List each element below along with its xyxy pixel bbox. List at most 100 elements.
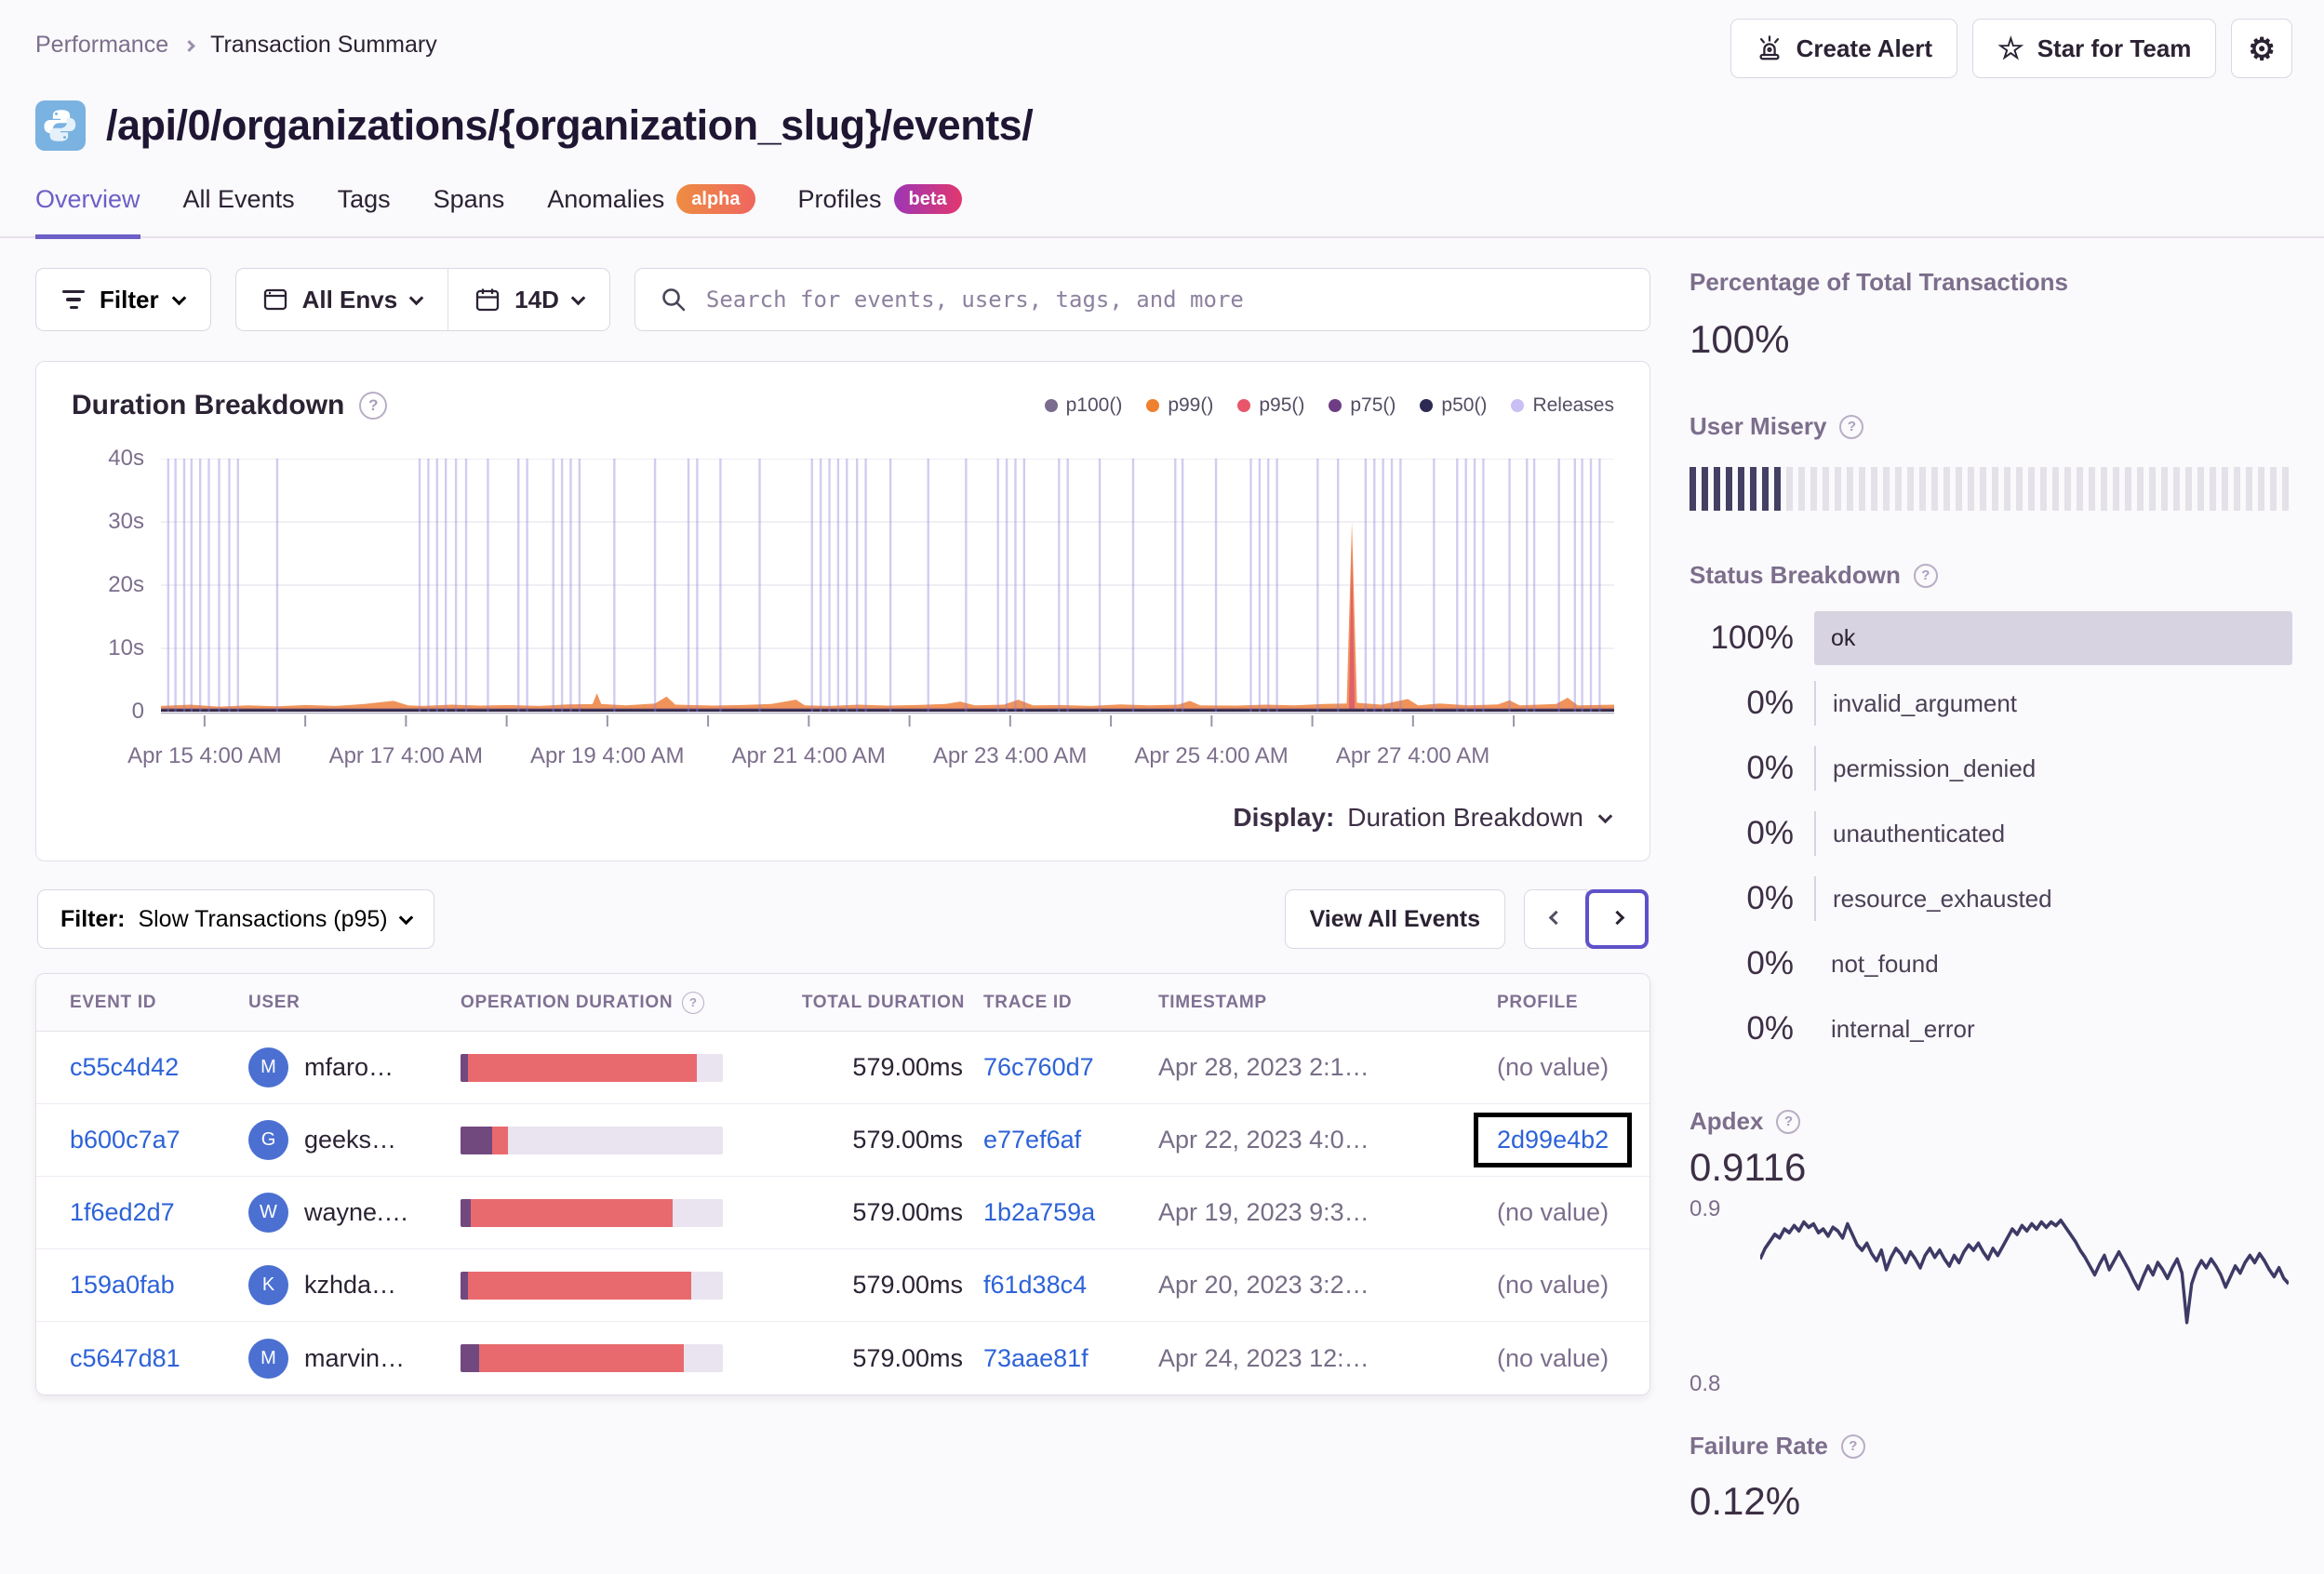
environment-selector[interactable]: All Envs — [236, 269, 448, 330]
x-axis-label: Apr 21 4:00 AM — [731, 743, 886, 768]
legend-item-p99[interactable]: p99() — [1146, 394, 1213, 417]
tab-all-events[interactable]: All Events — [183, 184, 295, 239]
misery-tick — [1750, 467, 1756, 511]
misery-tick — [2137, 467, 2144, 511]
profile-link[interactable]: 2d99e4b2 — [1497, 1126, 1609, 1154]
operation-duration-bar — [461, 1126, 723, 1154]
bar-segment-red — [491, 1126, 508, 1154]
help-icon[interactable]: ? — [1913, 563, 1938, 588]
chevron-down-icon — [1597, 808, 1613, 823]
breadcrumb: Performance Transaction Summary — [35, 32, 437, 59]
misery-tick — [1847, 467, 1853, 511]
previous-page-button[interactable] — [1524, 889, 1587, 949]
apdex-y-top: 0.9 — [1690, 1196, 1721, 1222]
star-icon: ☆ — [1997, 32, 2024, 65]
table-row: b600c7a7 Ggeeks… 579.00ms e77ef6af Apr 22, 2… — [36, 1104, 1650, 1177]
legend-label: p95() — [1259, 394, 1305, 416]
date-range-selector[interactable]: 14D — [447, 269, 609, 330]
chevron-down-icon — [171, 290, 186, 305]
legend-item-p50[interactable]: p50() — [1420, 394, 1487, 417]
column-header-label: PROFILE — [1497, 992, 1579, 1012]
next-page-button[interactable] — [1585, 889, 1649, 949]
create-alert-button[interactable]: Create Alert — [1730, 19, 1958, 78]
view-all-events-button[interactable]: View All Events — [1284, 889, 1505, 949]
misery-tick — [1883, 467, 1890, 511]
event-id-link[interactable]: c55c4d42 — [70, 1053, 179, 1081]
legend-item-p95[interactable]: p95() — [1237, 394, 1304, 417]
breadcrumb-chevron-icon — [183, 40, 195, 52]
column-header-timestamp[interactable]: TIMESTAMP — [1158, 993, 1465, 1013]
help-icon[interactable]: ? — [1839, 414, 1864, 439]
timestamp-cell: Apr 28, 2023 2:1… — [1158, 1053, 1369, 1081]
misery-tick — [2064, 467, 2071, 511]
help-icon[interactable]: ? — [1776, 1109, 1801, 1134]
transaction-filter-label: Filter: — [60, 905, 126, 932]
user-name: mfaro… — [304, 1053, 394, 1081]
bar-segment-purple — [461, 1271, 469, 1300]
chevron-down-icon — [408, 290, 424, 305]
breadcrumb-performance[interactable]: Performance — [35, 32, 168, 59]
help-icon[interactable]: ? — [1840, 1434, 1865, 1459]
event-id-link[interactable]: b600c7a7 — [70, 1126, 180, 1154]
column-header-total-duration[interactable]: TOTAL DURATION — [786, 993, 983, 1013]
misery-tick — [1895, 467, 1902, 511]
column-header-trace-id[interactable]: TRACE ID — [983, 993, 1158, 1013]
search-input[interactable] — [703, 286, 1625, 313]
user-misery-label: User Misery — [1690, 412, 1827, 440]
percentage-label: Percentage of Total Transactions — [1690, 268, 2068, 296]
status-rows: 100% ok 0% invalid_argument 0% permission_den… — [1690, 610, 2292, 1057]
tab-spans[interactable]: Spans — [434, 184, 505, 239]
settings-button[interactable]: ⚙ — [2231, 19, 2292, 78]
profile-cell: (no value) — [1465, 1053, 1616, 1082]
column-header-event-id[interactable]: EVENT ID — [70, 993, 248, 1013]
trace-id-link[interactable]: f61d38c4 — [983, 1271, 1087, 1299]
event-id-link[interactable]: 1f6ed2d7 — [70, 1198, 175, 1226]
misery-tick — [2052, 467, 2059, 511]
transaction-filter-selector[interactable]: Filter: Slow Transactions (p95) — [37, 889, 434, 949]
status-percent: 0% — [1746, 815, 1794, 851]
legend-item-p75[interactable]: p75() — [1329, 394, 1396, 417]
date-range-label: 14D — [514, 285, 559, 313]
beta-badge: beta — [893, 184, 962, 214]
event-id-link[interactable]: 159a0fab — [70, 1271, 175, 1299]
annotation-highlight-box: 2d99e4b2 — [1474, 1113, 1633, 1167]
tab-anomalies[interactable]: Anomalies alpha — [547, 184, 755, 239]
event-id-cell: 159a0fab — [70, 1271, 248, 1300]
event-id-link[interactable]: c5647d81 — [70, 1344, 180, 1372]
misery-tick — [2089, 467, 2095, 511]
status-row-resource-exhausted: 0% resource_exhausted — [1690, 871, 2292, 927]
profile-cell: 2d99e4b2 — [1465, 1113, 1633, 1167]
y-axis-label: 30s — [108, 509, 144, 534]
user-misery-section: User Misery ? — [1690, 412, 2292, 511]
column-header-profile[interactable]: PROFILE — [1465, 993, 1616, 1013]
legend-item-releases[interactable]: Releases — [1511, 394, 1614, 417]
chart-legend: p100() p99() p95() p75() p50() Releases — [1044, 394, 1614, 417]
status-row-ok: 100% ok — [1690, 610, 2292, 666]
display-selector[interactable]: Display: Duration Breakdown — [72, 775, 1614, 847]
user-cell: Mmfaro… — [248, 1047, 461, 1087]
env-date-group: All Envs 14D — [234, 268, 610, 331]
trace-id-link[interactable]: e77ef6af — [983, 1126, 1081, 1154]
profile-no-value: (no value) — [1497, 1343, 1609, 1372]
column-header-operation-duration[interactable]: OPERATION DURATION? — [461, 991, 786, 1014]
help-icon[interactable]: ? — [359, 392, 388, 420]
column-header-user[interactable]: USER — [248, 993, 461, 1013]
tab-tags[interactable]: Tags — [338, 184, 391, 239]
trace-id-link[interactable]: 1b2a759a — [983, 1198, 1095, 1226]
misery-tick — [2113, 467, 2119, 511]
operation-duration-cell — [461, 1271, 786, 1300]
user-name: marvin… — [304, 1343, 406, 1372]
filter-button[interactable]: Filter — [35, 268, 211, 331]
y-axis-label: 20s — [108, 572, 144, 597]
tab-overview[interactable]: Overview — [35, 184, 140, 239]
trace-id-link[interactable]: 76c760d7 — [983, 1053, 1094, 1081]
trace-id-link[interactable]: 73aae81f — [983, 1344, 1089, 1372]
pagination — [1524, 889, 1649, 949]
star-for-team-button[interactable]: ☆ Star for Team — [1972, 19, 2217, 78]
status-label: internal_error — [1831, 1014, 1975, 1043]
help-icon[interactable]: ? — [682, 991, 705, 1014]
search-icon — [662, 288, 686, 312]
tab-profiles[interactable]: Profiles beta — [798, 184, 962, 239]
legend-item-p100[interactable]: p100() — [1044, 394, 1122, 417]
user-cell: Mmarvin… — [248, 1338, 461, 1379]
